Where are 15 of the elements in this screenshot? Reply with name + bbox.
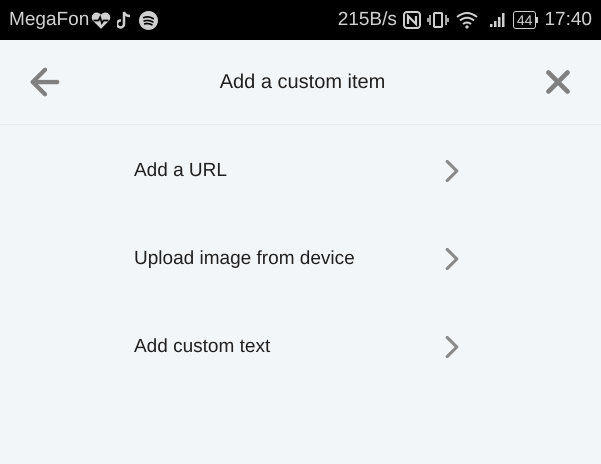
carrier-name: MegaFon (9, 8, 90, 32)
menu-item[interactable]: Upload image from device (0, 215, 601, 303)
network-speed: 215B/s (338, 8, 397, 32)
vibrate-icon (426, 11, 449, 29)
battery-icon: 44 (512, 11, 538, 29)
music-note-icon (117, 11, 132, 29)
wifi-icon (454, 11, 479, 29)
clock: 17:40 (544, 8, 592, 32)
menu-item[interactable]: Add custom text (0, 303, 601, 391)
heart-pulse-icon (91, 12, 112, 28)
menu-item[interactable]: Add a URL (0, 127, 601, 215)
nfc-icon (402, 11, 421, 29)
page-title: Add a custom item (218, 70, 386, 95)
spotify-icon (139, 10, 158, 30)
signal-icon (488, 12, 507, 28)
